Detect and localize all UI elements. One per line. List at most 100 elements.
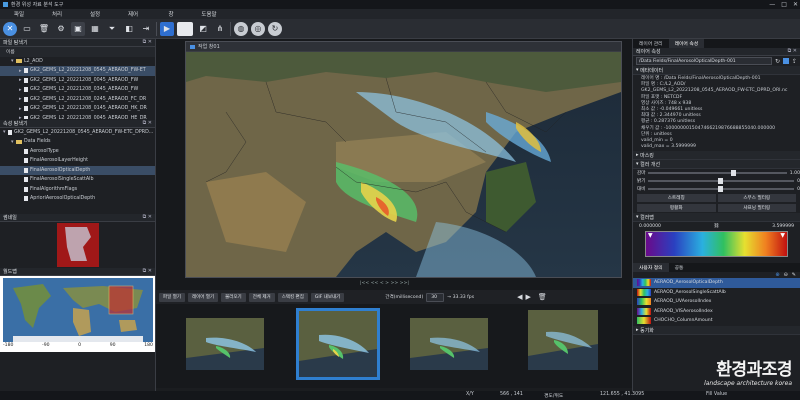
layer-path-field[interactable]: /Data Fields/FinalAerosolOpticalDepth-00… <box>636 57 772 65</box>
interval-input[interactable]: 30 <box>426 292 445 302</box>
prev-frame-icon[interactable]: ◀ <box>517 293 522 301</box>
masking-section[interactable]: ▸ 마스킹 <box>633 151 800 160</box>
playback-nav[interactable]: |<< << < > >> >>| <box>360 281 409 286</box>
color-enhance-section[interactable]: ▾ 컬러 개선 <box>633 160 800 169</box>
trash-icon[interactable]: 🗑 <box>538 293 547 301</box>
gif-export-button[interactable]: GIF 내보내기 <box>310 292 345 302</box>
refresh-icon[interactable]: ↻ <box>775 58 780 65</box>
colormap-section[interactable]: ▾ 컬러맵 <box>633 213 800 222</box>
half-icon[interactable]: ◩ <box>196 22 210 36</box>
frame-thumbnail-selected[interactable] <box>296 308 380 380</box>
attr-tree-item[interactable]: FinalAerosolSingleScattAlb <box>0 175 155 185</box>
slider-knob[interactable] <box>718 186 724 192</box>
tab-user-defined[interactable]: 사용자 정의 <box>633 263 669 272</box>
equalize-button[interactable]: 평활화 <box>637 204 716 212</box>
attr-tree-item[interactable]: FinalAerosolOpticalDepth <box>0 165 155 175</box>
menu-process[interactable]: 처리 <box>38 10 76 18</box>
frame-thumbnail[interactable] <box>410 318 488 370</box>
settings-gear-icon[interactable]: ⚙ <box>54 22 68 36</box>
tab-layer-properties[interactable]: 레이어 속성 <box>668 39 705 48</box>
grid-icon[interactable]: ▦ <box>88 22 102 36</box>
world-map[interactable]: -180 -90 0 90 180 <box>0 275 155 352</box>
panel-controls-icon[interactable]: ⧉ ✕ <box>788 48 797 54</box>
export-icon[interactable]: ⇪ <box>792 58 797 65</box>
sharpen-filter-button[interactable]: 샤프닝 필터링 <box>717 204 796 212</box>
layers-icon[interactable]: ◧ <box>122 22 136 36</box>
sync-section[interactable]: ▸ 동기화 <box>633 326 800 335</box>
frame-thumbnail[interactable] <box>186 318 264 370</box>
load-button[interactable]: 불러오기 <box>221 292 246 302</box>
stretch-button[interactable]: 스트레칭 <box>637 194 716 202</box>
colormap-item[interactable]: CHOCHO_ColumnAmount <box>633 316 800 326</box>
edit-icon[interactable]: ✎ <box>792 272 796 278</box>
menu-help[interactable]: 도움말 <box>190 10 228 18</box>
save-icon[interactable] <box>782 58 789 64</box>
file-tree-item[interactable]: ▸ GK2_GEMS_L2_20221208_0345_AERAOD_FW <box>0 85 155 95</box>
colormap-item[interactable]: AERAOD_AerosolSingleScattAlb <box>633 288 800 298</box>
colormap-item[interactable]: AERAOD_UVAerosolIndex <box>633 297 800 307</box>
tab-layer-manager[interactable]: 레이어 관리 <box>633 39 669 48</box>
open-file-button[interactable]: 파일 열기 <box>159 292 185 302</box>
menu-window[interactable]: 창 <box>152 10 190 18</box>
range-max[interactable]: 3.599999 <box>772 224 794 229</box>
rectangle-icon[interactable] <box>177 21 193 36</box>
attr-tree-item[interactable]: AprioriAerosolOpticalDepth <box>0 194 155 204</box>
file-tree-item[interactable]: ▸ GK2_GEMS_L2_20221208_0245_AERAOD_FC_DR <box>0 95 155 105</box>
open-folder-icon[interactable]: ▭ <box>20 22 34 36</box>
file-tree-item[interactable]: ▸ GK2_GEMS_L2_20221208_0045_AERAOD_FW <box>0 76 155 86</box>
next-frame-icon[interactable]: ▶ <box>526 293 531 301</box>
frame-thumbnail[interactable] <box>528 310 598 370</box>
filter-icon[interactable]: ⏷ <box>105 22 119 36</box>
smooth-filter-button[interactable]: 스무스 필터링 <box>717 194 796 202</box>
file-tree-item[interactable]: ▸ GK2_GEMS_L2_20221208_0045_AERAOD_HE_DR <box>0 114 155 119</box>
colormap-item[interactable]: AERAOD_VISAerosolIndex <box>633 307 800 317</box>
slider-knob[interactable] <box>731 170 737 176</box>
panel-controls-icon[interactable]: ⧉ ✕ <box>143 268 152 274</box>
panel-controls-icon[interactable]: ⧉ ✕ <box>143 120 152 126</box>
delete-icon[interactable]: 🗑 <box>37 22 51 36</box>
aod-map[interactable] <box>186 52 621 277</box>
link-icon[interactable]: ⛓ <box>714 224 720 229</box>
range-min[interactable]: 0.000000 <box>639 224 661 229</box>
tab-common[interactable]: 공통 <box>669 263 690 272</box>
close-circle-icon[interactable]: ✕ <box>3 21 17 36</box>
globe-alt-icon[interactable]: ◎ <box>251 21 265 36</box>
file-tree-item[interactable]: ▾ L2_AOD <box>0 57 155 67</box>
export-icon[interactable]: ⇥ <box>139 22 153 36</box>
menu-file[interactable]: 파일 <box>0 10 38 18</box>
remove-icon[interactable]: ⊖ <box>784 272 788 278</box>
attr-tree-item[interactable]: ▾ GK2_GEMS_L2_20221208_0545_AERAOD_FW-ETC… <box>0 128 155 138</box>
minimize-button[interactable]: — <box>769 1 775 8</box>
colormap-item[interactable]: AERAOD_AerosolOpticalDepth <box>633 278 800 288</box>
metadata-section[interactable]: ▾ 메타데이터 <box>633 66 800 75</box>
gamma-slider[interactable]: 감마 1.00 <box>633 169 800 177</box>
file-tree-item[interactable]: ▸ GK2_GEMS_L2_20221208_0545_AERAOD_FW-ET <box>0 66 155 76</box>
open-layer-button[interactable]: 레이어 열기 <box>188 292 219 302</box>
close-window-button[interactable]: ✕ <box>793 1 798 8</box>
brightness-slider[interactable]: 밝기 0 <box>633 177 800 185</box>
remove-all-button[interactable]: 전체 제거 <box>248 292 275 302</box>
panel-controls-icon[interactable]: ⧉ ✕ <box>143 39 152 45</box>
file-tree-item[interactable]: ▸ GK2_GEMS_L2_20221208_0145_AERAOD_HK_DR <box>0 104 155 114</box>
menu-settings[interactable]: 설정 <box>76 10 114 18</box>
colormap-curve[interactable]: ▼ ▼ <box>645 231 788 257</box>
stack-edit-button[interactable]: 스택킹 편집 <box>277 292 308 302</box>
attr-tree-item[interactable]: FinalAerosolLayerHeight <box>0 156 155 166</box>
marker-icon[interactable]: ▼ <box>780 232 785 239</box>
attr-tree-item[interactable]: FinalAlgorithmFlags <box>0 185 155 195</box>
menu-control[interactable]: 제어 <box>114 10 152 18</box>
image-icon[interactable]: ▣ <box>71 21 85 36</box>
marker-icon[interactable]: ▼ <box>648 232 653 239</box>
contrast-slider[interactable]: 대비 0 <box>633 185 800 193</box>
add-icon[interactable]: ⊕ <box>775 272 779 278</box>
viewport-rect[interactable] <box>108 285 134 314</box>
attr-tree-item[interactable]: AerosolType <box>0 147 155 157</box>
globe-refresh-icon[interactable]: ↻ <box>268 21 282 36</box>
panel-controls-icon[interactable]: ⧉ ✕ <box>143 214 152 220</box>
globe-icon[interactable]: ◍ <box>234 21 248 36</box>
maximize-button[interactable]: □ <box>781 1 787 8</box>
slider-knob[interactable] <box>718 178 724 184</box>
share-icon[interactable]: ⋔ <box>213 22 227 36</box>
attr-tree-item[interactable]: ▾ Data Fields <box>0 137 155 147</box>
play-icon[interactable]: ▶ <box>160 21 174 36</box>
